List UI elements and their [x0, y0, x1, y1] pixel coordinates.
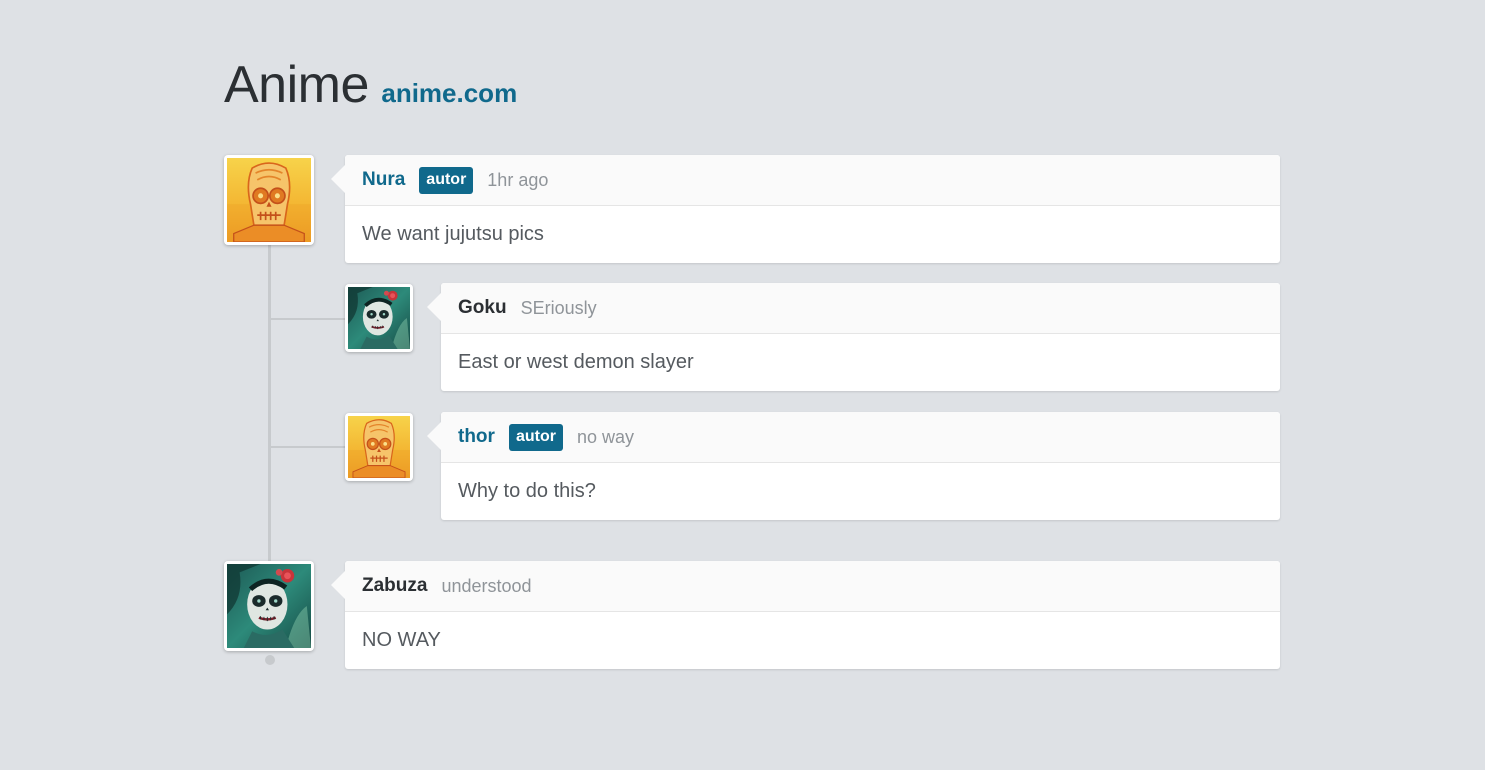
comment: Zabuza understood NO WAY	[331, 561, 1280, 669]
thread-end-dot	[265, 655, 275, 665]
comment-timestamp: understood	[441, 575, 532, 596]
comment: Nura autor 1hr ago We want jujutsu pics	[331, 155, 1280, 263]
catrina-avatar-image	[227, 564, 311, 648]
comment-text: NO WAY	[362, 629, 441, 651]
comment-text: We want jujutsu pics	[362, 223, 544, 245]
comment-author-name[interactable]: thor	[458, 426, 495, 448]
skull-avatar-image	[227, 158, 311, 242]
page-header: Anime anime.com	[224, 55, 517, 115]
page-title: Anime	[224, 56, 369, 114]
comment-header: Goku SEriously	[441, 283, 1280, 334]
comment-text: East or west demon slayer	[458, 351, 694, 373]
comment-text: Why to do this?	[458, 480, 596, 502]
site-link[interactable]: anime.com	[381, 78, 517, 108]
reply-connector	[270, 318, 346, 320]
catrina-avatar-image	[348, 287, 410, 349]
comment-header: thor autor no way	[441, 412, 1280, 463]
thread-line	[268, 243, 271, 561]
comment-author-name[interactable]: Nura	[362, 169, 405, 191]
author-badge: autor	[508, 423, 563, 451]
comment-author-name[interactable]: Goku	[458, 297, 507, 319]
comment-header: Zabuza understood	[345, 561, 1280, 612]
skull-avatar-image	[348, 416, 410, 478]
comment-timestamp: no way	[576, 426, 634, 447]
reply-connector	[270, 446, 346, 448]
avatar[interactable]	[224, 155, 314, 245]
comment-timestamp: SEriously	[520, 297, 597, 318]
comment-author-name[interactable]: Zabuza	[362, 575, 427, 597]
avatar[interactable]	[345, 413, 413, 481]
author-badge: autor	[419, 166, 474, 194]
reply-comment: Goku SEriously East or west demon slayer	[427, 283, 1280, 391]
comment-header: Nura autor 1hr ago	[345, 155, 1280, 206]
comments-page: Anime anime.com Nura autor 1hr ago We wa…	[224, 0, 1280, 770]
comment-timestamp: 1hr ago	[487, 169, 549, 190]
avatar[interactable]	[345, 284, 413, 352]
avatar[interactable]	[224, 561, 314, 651]
reply-comment: thor autor no way Why to do this?	[427, 412, 1280, 520]
